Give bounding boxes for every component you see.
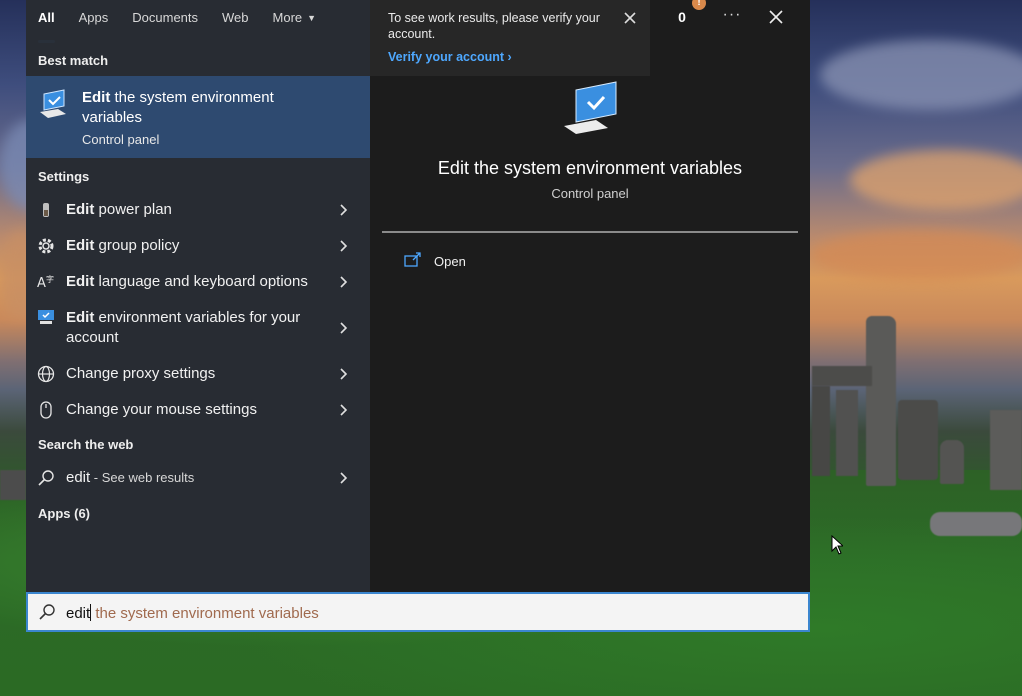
chevron-right-icon[interactable] <box>336 275 350 289</box>
results-list: Best match Edit the system environment v… <box>26 40 370 592</box>
settings-item-label: Change your mouse settings <box>66 401 257 418</box>
search-input[interactable]: edit the system environment variables <box>26 592 810 632</box>
best-match-result[interactable]: Edit the system environment variables Co… <box>26 76 370 158</box>
close-icon[interactable] <box>622 10 638 26</box>
section-best-match: Best match <box>38 53 109 68</box>
svg-text:A: A <box>37 276 46 291</box>
settings-item-label: Edit group policy <box>66 237 180 254</box>
open-button[interactable]: Open <box>404 250 604 274</box>
search-icon <box>37 469 55 487</box>
search-panel: All Apps Documents Web More ▼ Best match … <box>26 0 810 592</box>
chevron-right-icon[interactable] <box>336 203 350 217</box>
settings-item-label: Edit power plan <box>66 201 172 218</box>
web-result-label: edit - See web results <box>66 469 195 486</box>
rewards-points[interactable]: 0 <box>666 9 698 25</box>
monitor-check-icon <box>564 81 617 134</box>
tab-apps[interactable]: Apps <box>67 0 121 44</box>
chevron-right-icon[interactable] <box>336 367 350 381</box>
preview-title: Edit the system environment variables <box>437 158 743 178</box>
globe-icon <box>37 365 55 383</box>
open-external-icon <box>404 252 421 267</box>
chevron-right-icon[interactable] <box>336 403 350 417</box>
preview-subtitle: Control panel <box>551 186 629 201</box>
settings-item-language-keyboard[interactable]: A字 Edit language and keyboard options <box>26 264 370 300</box>
top-actions: 0 ! ··· <box>666 0 810 36</box>
settings-item-proxy[interactable]: Change proxy settings <box>26 356 370 392</box>
mouse-icon <box>37 401 55 419</box>
divider <box>382 231 798 233</box>
gear-icon <box>37 237 55 255</box>
language-icon: A字 <box>37 273 55 291</box>
svg-text:字: 字 <box>46 274 54 284</box>
chevron-right-icon[interactable] <box>336 321 350 335</box>
settings-item-group-policy[interactable]: Edit group policy <box>26 228 370 264</box>
close-icon[interactable] <box>768 9 784 25</box>
settings-item-mouse[interactable]: Change your mouse settings <box>26 392 370 428</box>
search-icon <box>39 604 55 620</box>
caret-down-icon: ▼ <box>307 13 317 23</box>
tab-documents[interactable]: Documents <box>120 0 210 44</box>
alert-badge: ! <box>692 0 706 10</box>
search-tabs: All Apps Documents Web More ▼ <box>26 0 370 44</box>
open-label: Open <box>434 254 466 269</box>
settings-item-label: Change proxy settings <box>66 365 216 382</box>
best-match-title: Edit the system environment variables <box>82 89 274 126</box>
tab-all[interactable]: All <box>26 0 67 44</box>
chevron-right-icon: › <box>507 50 512 64</box>
monitor-check-icon <box>40 89 66 118</box>
web-search-result[interactable]: edit - See web results <box>26 460 370 496</box>
verify-notice: To see work results, please verify your … <box>370 0 650 76</box>
settings-item-env-variables-account[interactable]: Edit environment variables for your acco… <box>26 300 370 356</box>
search-suggestion: the system environment variables <box>91 605 319 622</box>
tab-more[interactable]: More ▼ <box>261 0 329 44</box>
monitor-check-icon <box>37 308 55 326</box>
section-search-web: Search the web <box>38 437 134 452</box>
section-apps[interactable]: Apps (6) <box>38 506 90 521</box>
chevron-right-icon[interactable] <box>336 471 350 485</box>
settings-item-label: Edit environment variables for your acco… <box>66 309 301 346</box>
notice-text: To see work results, please verify your … <box>388 11 600 41</box>
chevron-right-icon[interactable] <box>336 239 350 253</box>
mouse-pointer-icon <box>831 535 843 555</box>
tab-web[interactable]: Web <box>210 0 261 44</box>
section-settings: Settings <box>38 169 90 184</box>
settings-item-label: Edit language and keyboard options <box>66 273 308 290</box>
settings-item-power-plan[interactable]: Edit power plan <box>26 192 370 228</box>
verify-account-link[interactable]: Verify your account › <box>388 50 512 64</box>
preview-pane: To see work results, please verify your … <box>370 0 810 592</box>
more-options-icon[interactable]: ··· <box>722 6 742 24</box>
battery-icon <box>37 201 55 219</box>
search-query: edit the system environment variables <box>66 604 319 622</box>
best-match-subtitle: Control panel <box>82 132 160 147</box>
